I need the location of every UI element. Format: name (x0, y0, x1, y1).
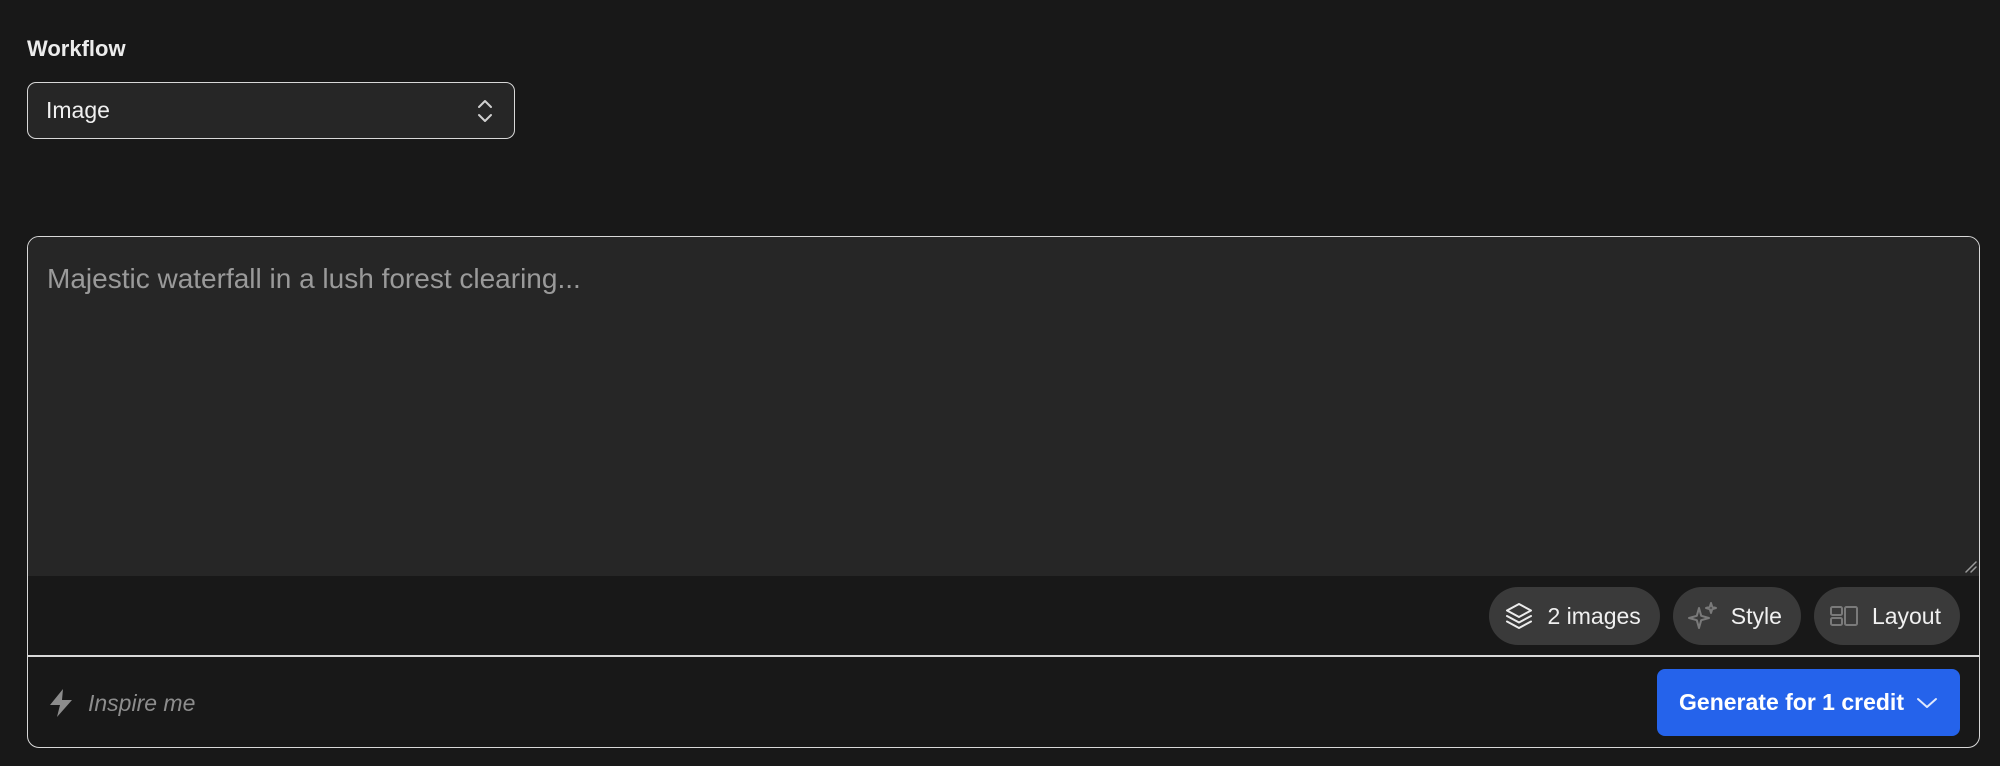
generate-button[interactable]: Generate for 1 credit (1657, 669, 1960, 736)
workflow-select[interactable]: Image (27, 82, 515, 139)
inspire-me-label: Inspire me (88, 689, 196, 716)
layout-chip-label: Layout (1871, 602, 1941, 629)
workflow-select-value: Image (46, 97, 110, 123)
divider (28, 655, 1979, 657)
prompt-card: Majestic waterfall in a lush forest clea… (27, 236, 1980, 748)
prompt-placeholder: Majestic waterfall in a lush forest clea… (47, 263, 581, 294)
chevron-down-icon[interactable] (1916, 696, 1938, 710)
up-down-chevron-icon (476, 98, 494, 124)
resize-handle-icon[interactable] (1963, 559, 1977, 573)
inspire-me-button[interactable]: Inspire me (46, 687, 195, 719)
layout-chip[interactable]: Layout (1813, 587, 1960, 645)
style-chip[interactable]: Style (1672, 587, 1801, 645)
option-chips: 2 images Style Layout (1489, 587, 1960, 645)
sparkles-icon (1687, 600, 1719, 632)
images-chip[interactable]: 2 images (1489, 587, 1660, 645)
layout-icon (1828, 600, 1860, 632)
images-chip-label: 2 images (1547, 602, 1641, 629)
generate-button-label: Generate for 1 credit (1679, 689, 1904, 715)
layers-icon (1503, 600, 1535, 632)
prompt-textarea[interactable]: Majestic waterfall in a lush forest clea… (28, 237, 1979, 576)
lightning-bolt-icon (46, 687, 76, 719)
workflow-label: Workflow (27, 36, 126, 61)
style-chip-label: Style (1730, 602, 1782, 629)
